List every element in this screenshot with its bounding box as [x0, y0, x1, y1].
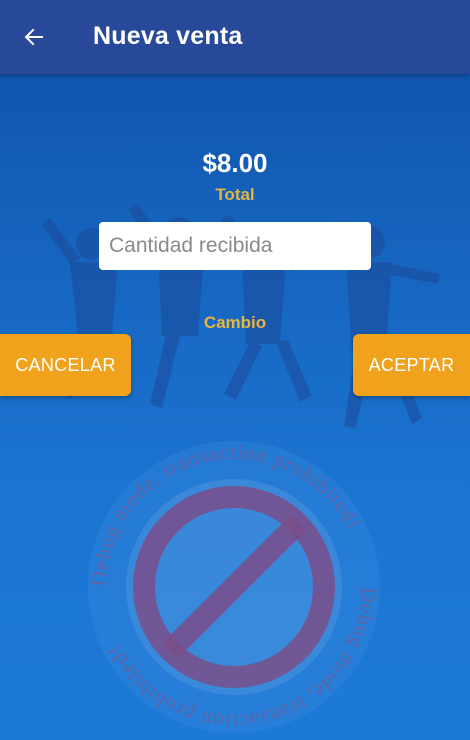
page-title: Nueva venta: [93, 22, 243, 50]
cancel-button[interactable]: CANCELAR: [0, 334, 131, 396]
arrow-left-icon: [24, 28, 43, 46]
change-label: Cambio: [203, 313, 267, 332]
back-button[interactable]: [14, 17, 54, 57]
total-amount: $8.00: [202, 148, 268, 178]
jumping-people-background: [42, 204, 440, 428]
accept-button[interactable]: ACEPTAR: [353, 334, 470, 396]
total-label: Total: [215, 185, 255, 204]
amount-received-input[interactable]: [99, 222, 371, 270]
debug-watermark-stamp: Debug mode, transaction prohibited! Debu…: [87, 440, 380, 734]
new-sale-screen: Debug mode, transaction prohibited! Debu…: [0, 0, 470, 740]
app-bar: Nueva venta: [0, 0, 470, 74]
